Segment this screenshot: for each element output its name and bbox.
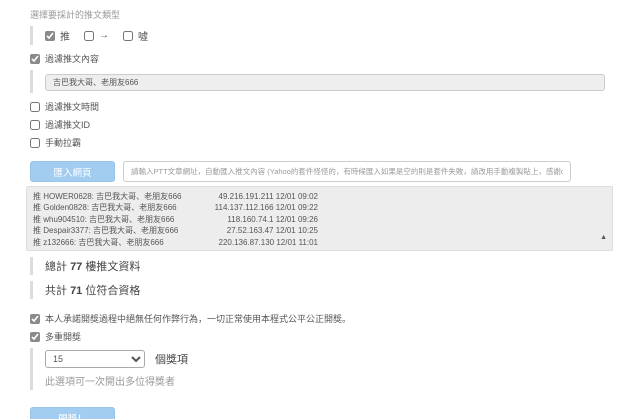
filter-time-checkbox[interactable]	[30, 102, 40, 112]
filter-id-label: 過濾推文ID	[45, 118, 90, 131]
prize-unit-label: 個獎項	[155, 351, 188, 367]
filter-content-input[interactable]	[45, 74, 605, 91]
push-line: 推 HOWER0628: 吉巴我大哥、老朋友66649.216.191.211 …	[33, 191, 318, 202]
stat-qualified-prefix: 共計	[45, 285, 70, 297]
prize-count-select[interactable]: 15	[45, 350, 145, 368]
push-ip-time: 118.160.74.1 12/01 09:26	[211, 214, 318, 225]
stat-qualified-row: 共計 71 位符合資格	[30, 281, 640, 299]
stat-total-row: 總計 77 樓推文資料	[30, 257, 640, 275]
push-list[interactable]: ▲ 推 HOWER0628: 吉巴我大哥、老朋友66649.216.191.21…	[26, 186, 613, 251]
stat-total-prefix: 總計	[45, 261, 70, 273]
filter-content-checkbox[interactable]	[30, 54, 40, 64]
fairness-promise-row[interactable]: 本人承諾開獎過程中絕無任何作弊行為，一切正常使用本程式公平公正開獎。	[30, 312, 640, 325]
push-type-boo-checkbox[interactable]	[123, 31, 133, 41]
import-webpage-button[interactable]: 匯入網頁	[30, 161, 115, 182]
push-type-options: 推 → 噓	[30, 26, 640, 45]
fairness-promise-checkbox[interactable]	[30, 314, 40, 324]
push-text: 推 HOWER0628: 吉巴我大哥、老朋友666	[33, 191, 211, 202]
multi-draw-label: 多重開獎	[45, 330, 81, 343]
push-ip-time: 27.52.163.47 12/01 10:25	[211, 225, 318, 236]
article-url-input[interactable]	[123, 161, 571, 182]
push-type-push[interactable]: 推	[45, 28, 70, 43]
filter-id-checkbox[interactable]	[30, 120, 40, 130]
filter-time-row[interactable]: 過濾推文時間	[30, 100, 640, 113]
push-line: 推 z132666: 吉巴我大哥、老朋友666220.136.87.130 12…	[33, 237, 318, 248]
push-ip-time: 49.216.191.211 12/01 09:02	[211, 191, 318, 202]
stat-total-suffix: 樓推文資料	[82, 261, 140, 273]
multi-draw-row[interactable]: 多重開獎	[30, 330, 640, 343]
manual-slot-row[interactable]: 手動拉霸	[30, 136, 640, 149]
stat-qualified-suffix: 位符合資格	[82, 285, 140, 297]
draw-button[interactable]: 開獎！	[30, 407, 115, 419]
prize-count-block: 15 個獎項 此選項可一次開出多位得獎者	[30, 348, 640, 390]
push-ip-time: 220.136.87.130 12/01 11:01	[211, 237, 318, 248]
fairness-promise-label: 本人承諾開獎過程中絕無任何作弊行為，一切正常使用本程式公平公正開獎。	[45, 312, 351, 325]
multi-draw-checkbox[interactable]	[30, 332, 40, 342]
push-line: 推 Golden0828: 吉巴我大哥、老朋友666114.137.112.16…	[33, 202, 318, 213]
filter-content-row[interactable]: 過濾推文內容	[30, 52, 640, 65]
manual-slot-label: 手動拉霸	[45, 136, 81, 149]
push-text: 推 Golden0828: 吉巴我大哥、老朋友666	[33, 202, 211, 213]
push-type-push-label: 推	[60, 28, 70, 43]
push-text: 推 whu904510: 吉巴我大哥、老朋友666	[33, 214, 211, 225]
push-type-boo-label: 噓	[138, 28, 148, 43]
push-text: 推 z132666: 吉巴我大哥、老朋友666	[33, 237, 211, 248]
push-type-push-checkbox[interactable]	[45, 31, 55, 41]
push-line: 推 Despair3377: 吉巴我大哥、老朋友66627.52.163.47 …	[33, 225, 318, 236]
push-ip-time: 114.137.112.166 12/01 09:22	[211, 202, 318, 213]
stat-qualified-number: 71	[70, 285, 82, 297]
multi-draw-hint: 此選項可一次開出多位得獎者	[45, 373, 640, 388]
import-row: 匯入網頁	[30, 161, 640, 182]
lottery-app: 選擇要採計的推文類型 推 → 噓 過濾推文內容 過濾推文時間 過濾推文ID 手動…	[0, 0, 640, 419]
push-line: 推 whu904510: 吉巴我大哥、老朋友666118.160.74.1 12…	[33, 214, 318, 225]
manual-slot-checkbox[interactable]	[30, 138, 40, 148]
scrollbar-up-icon[interactable]: ▲	[600, 234, 607, 241]
push-type-arrow-checkbox[interactable]	[84, 31, 94, 41]
filter-id-row[interactable]: 過濾推文ID	[30, 118, 640, 131]
filter-time-label: 過濾推文時間	[45, 100, 99, 113]
push-text: 推 Despair3377: 吉巴我大哥、老朋友666	[33, 225, 211, 236]
push-type-arrow-label: →	[99, 30, 109, 41]
push-type-arrow[interactable]: →	[84, 30, 109, 41]
filter-content-label: 過濾推文內容	[45, 52, 99, 65]
filter-content-input-block	[30, 70, 640, 93]
push-type-boo[interactable]: 噓	[123, 28, 148, 43]
stat-total-number: 77	[70, 261, 82, 273]
push-type-section-label: 選擇要採計的推文類型	[30, 8, 640, 21]
prize-count-row: 15 個獎項	[45, 350, 640, 368]
